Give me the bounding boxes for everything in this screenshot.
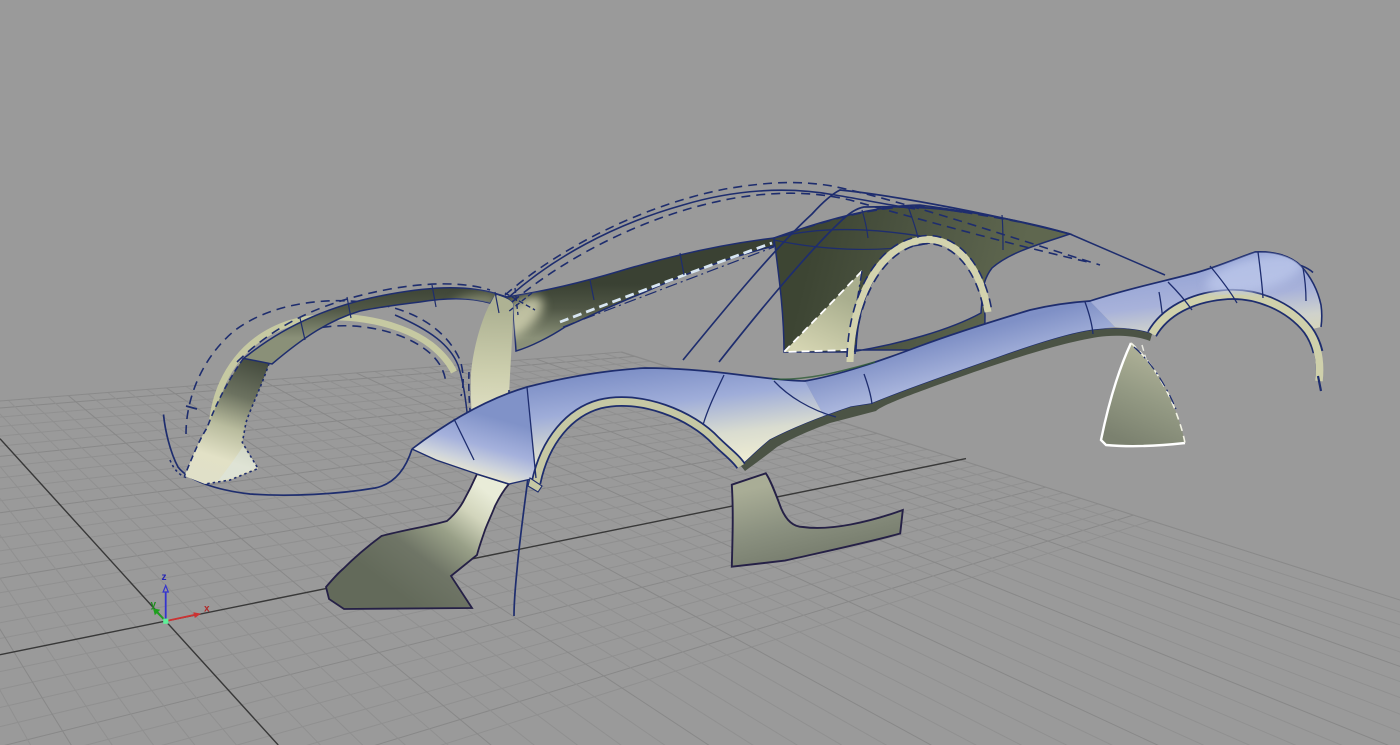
svg-text:z: z	[162, 572, 167, 583]
svg-text:x: x	[204, 604, 210, 615]
svg-text:y: y	[151, 600, 157, 611]
